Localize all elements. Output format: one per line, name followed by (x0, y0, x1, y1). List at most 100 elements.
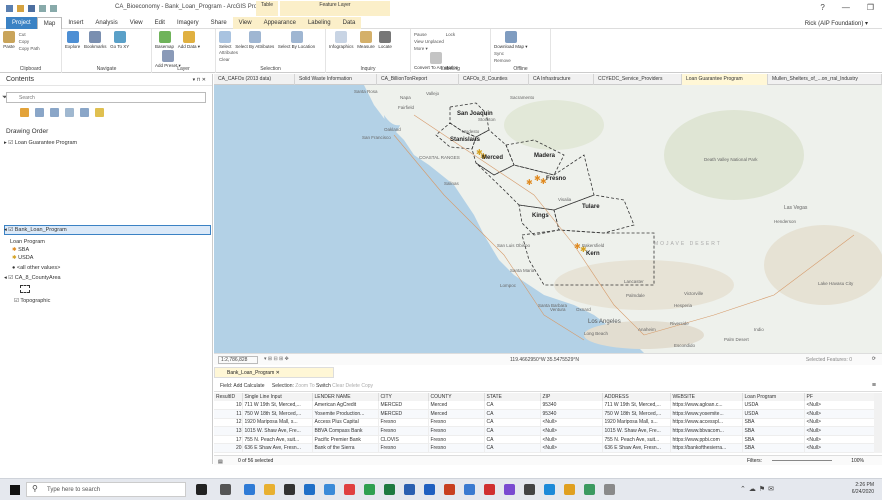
remove-button[interactable]: Remove (494, 57, 511, 64)
tab-insert[interactable]: Insert (62, 17, 89, 29)
table-cell[interactable]: https://www.accesspl... (670, 418, 743, 428)
file-explorer-icon[interactable] (264, 484, 275, 495)
table-cell[interactable]: https://www.yosemite... (670, 409, 743, 419)
table-cell[interactable]: BBVA Compass Bank (312, 426, 379, 436)
app-icon[interactable] (524, 484, 535, 495)
layer-bank-loan[interactable]: ◂ ☑ Bank_Loan_Program (4, 227, 67, 233)
redo-icon[interactable] (50, 5, 57, 12)
attributes-button[interactable]: Attributes (219, 49, 238, 56)
table-cell[interactable]: 95340 (540, 401, 603, 411)
table-cell[interactable]: CA (484, 435, 541, 445)
map-status-tools[interactable]: ▾ ⊞ ⊟ ⊞ ✥ (264, 356, 289, 362)
table-cell[interactable]: MERCED (378, 401, 429, 411)
list-by-selection-icon[interactable] (50, 108, 59, 117)
table-cell[interactable]: <Null> (804, 401, 875, 411)
table-cell[interactable]: <Null> (540, 443, 603, 454)
table-cell[interactable]: SBA (742, 426, 805, 436)
table-cell[interactable]: 10 (214, 401, 243, 411)
windows-start-icon[interactable] (10, 485, 20, 495)
table-row[interactable]: 12 1920 Mariposa Mall, s... Access Plus Ca… (214, 418, 875, 428)
map-tab-shelters[interactable]: Mullen_Shelters_of_...on_rral_Industry (768, 74, 882, 85)
table-cell[interactable]: <Null> (540, 426, 603, 436)
tab-project[interactable]: Project (6, 16, 37, 29)
column-header[interactable]: Single Line Input (242, 393, 313, 401)
list-by-snapping-icon[interactable] (80, 108, 89, 117)
list-by-labeling-icon[interactable] (95, 108, 104, 117)
table-cell[interactable]: Fresno (378, 426, 429, 436)
table-cell[interactable]: <Null> (804, 443, 875, 454)
map-tab-infrastructure[interactable]: CA Infrastructure (529, 74, 594, 85)
table-cell[interactable]: 20 (214, 443, 243, 454)
table-cell[interactable]: CA (484, 409, 541, 419)
app-icon[interactable] (504, 484, 515, 495)
add-field-button[interactable]: Add (233, 383, 242, 389)
word-icon[interactable] (404, 484, 415, 495)
table-cell[interactable]: 755 N. Peach Ave, suit... (602, 435, 671, 445)
table-row[interactable]: 10 711 W 19th St, Merced,... American AgCr… (214, 401, 875, 411)
table-menu-icon[interactable]: ≡ (872, 380, 876, 392)
measure-button[interactable]: Measure (357, 31, 375, 49)
download-map-button[interactable]: Download Map ▾ (494, 31, 528, 50)
column-header[interactable]: LENDER NAME (312, 393, 379, 401)
layer-topographic[interactable]: ☑ Topographic (14, 298, 50, 304)
table-cell[interactable]: Access Plus Capital (312, 418, 379, 428)
table-cell[interactable]: 1920 Mariposa Mall, s... (242, 418, 313, 428)
table-cell[interactable]: 636 E Shaw Ave, Fresn... (602, 443, 671, 454)
list-by-source-icon[interactable] (35, 108, 44, 117)
column-header[interactable]: Loan Program (742, 393, 805, 401)
acrobat-icon[interactable] (484, 484, 495, 495)
map-tab-cafos[interactable]: CA_CAFOs (2013 data) (214, 74, 295, 85)
app-icon[interactable] (544, 484, 555, 495)
table-cell[interactable]: 750 W 18th St, Merced,... (242, 409, 313, 419)
new-project-icon[interactable] (6, 5, 13, 12)
table-cell[interactable]: Merced (428, 401, 485, 411)
refresh-icon[interactable]: ⟳ (872, 356, 876, 362)
save-icon[interactable] (28, 5, 35, 12)
table-cell[interactable]: 12 (214, 418, 243, 428)
select-button[interactable]: Select (219, 31, 232, 49)
table-cell[interactable]: <Null> (804, 426, 875, 436)
table-cell[interactable]: 1015 W. Shaw Ave, Fre... (602, 426, 671, 436)
bookmarks-button[interactable]: Bookmarks (84, 31, 106, 49)
store-icon[interactable] (284, 484, 295, 495)
go-to-xy-button[interactable]: Go To XY (110, 31, 129, 49)
column-header[interactable]: WEBSITE (670, 393, 743, 401)
app-icon[interactable] (584, 484, 595, 495)
table-cell[interactable]: USDA (742, 401, 805, 411)
cut-button[interactable]: Cut (19, 31, 40, 38)
table-row[interactable]: 17 755 N. Peach Ave, suit... Pacific Premi… (214, 435, 875, 445)
taskbar-search-input[interactable]: Type here to search (26, 482, 186, 497)
copy-button[interactable]: Copy (19, 38, 40, 45)
table-cell[interactable]: 636 E Shaw Ave, Fresn... (242, 443, 313, 454)
zoom-to-button[interactable]: Zoom To (295, 383, 314, 389)
table-cell[interactable]: Fresno (428, 426, 485, 436)
copy-path-button[interactable]: Copy Path (19, 45, 40, 52)
tab-labeling[interactable]: Labeling (301, 16, 337, 29)
sync-button[interactable]: Sync (494, 50, 511, 57)
tab-data[interactable]: Data (336, 16, 362, 29)
select-by-attributes-button[interactable]: Select By Attributes (235, 31, 274, 49)
clock[interactable]: 2:26 PM 6/24/2020 (852, 482, 874, 496)
column-header[interactable]: STATE (484, 393, 541, 401)
layer-county-area[interactable]: ◂ ☑ CA_8_CountyArea (4, 275, 61, 281)
column-header[interactable]: ZIP (540, 393, 603, 401)
table-view-icon[interactable]: ▤ (218, 457, 223, 467)
app-icon[interactable] (324, 484, 335, 495)
table-row[interactable]: 13 1015 W. Shaw Ave, Fre... BBVA Compass B… (214, 426, 875, 436)
signed-in-user[interactable]: Rick (AIP Foundation) ▾ (805, 20, 868, 27)
layer-loan-guarantee[interactable]: ▸ ☑ Loan Guarantee Program (4, 140, 77, 146)
list-by-editing-icon[interactable] (65, 108, 74, 117)
table-cell[interactable]: USDA (742, 409, 805, 419)
tab-imagery[interactable]: Imagery (171, 17, 205, 29)
column-header[interactable]: PF (804, 393, 875, 401)
table-cell[interactable]: Pacific Premier Bank (312, 435, 379, 445)
paste-button[interactable]: Paste (3, 31, 15, 49)
table-cell[interactable]: 711 W 19th St, Merced,... (242, 401, 313, 411)
edge-icon[interactable] (244, 484, 255, 495)
add-data-button[interactable]: Add Data ▾ (178, 31, 200, 50)
task-view-icon[interactable] (220, 484, 231, 495)
app-icon[interactable] (344, 484, 355, 495)
table-cell[interactable]: <Null> (804, 435, 875, 445)
mail-icon[interactable] (304, 484, 315, 495)
map-tab-service-providers[interactable]: CCYEDC_Service_Providers (594, 74, 682, 85)
